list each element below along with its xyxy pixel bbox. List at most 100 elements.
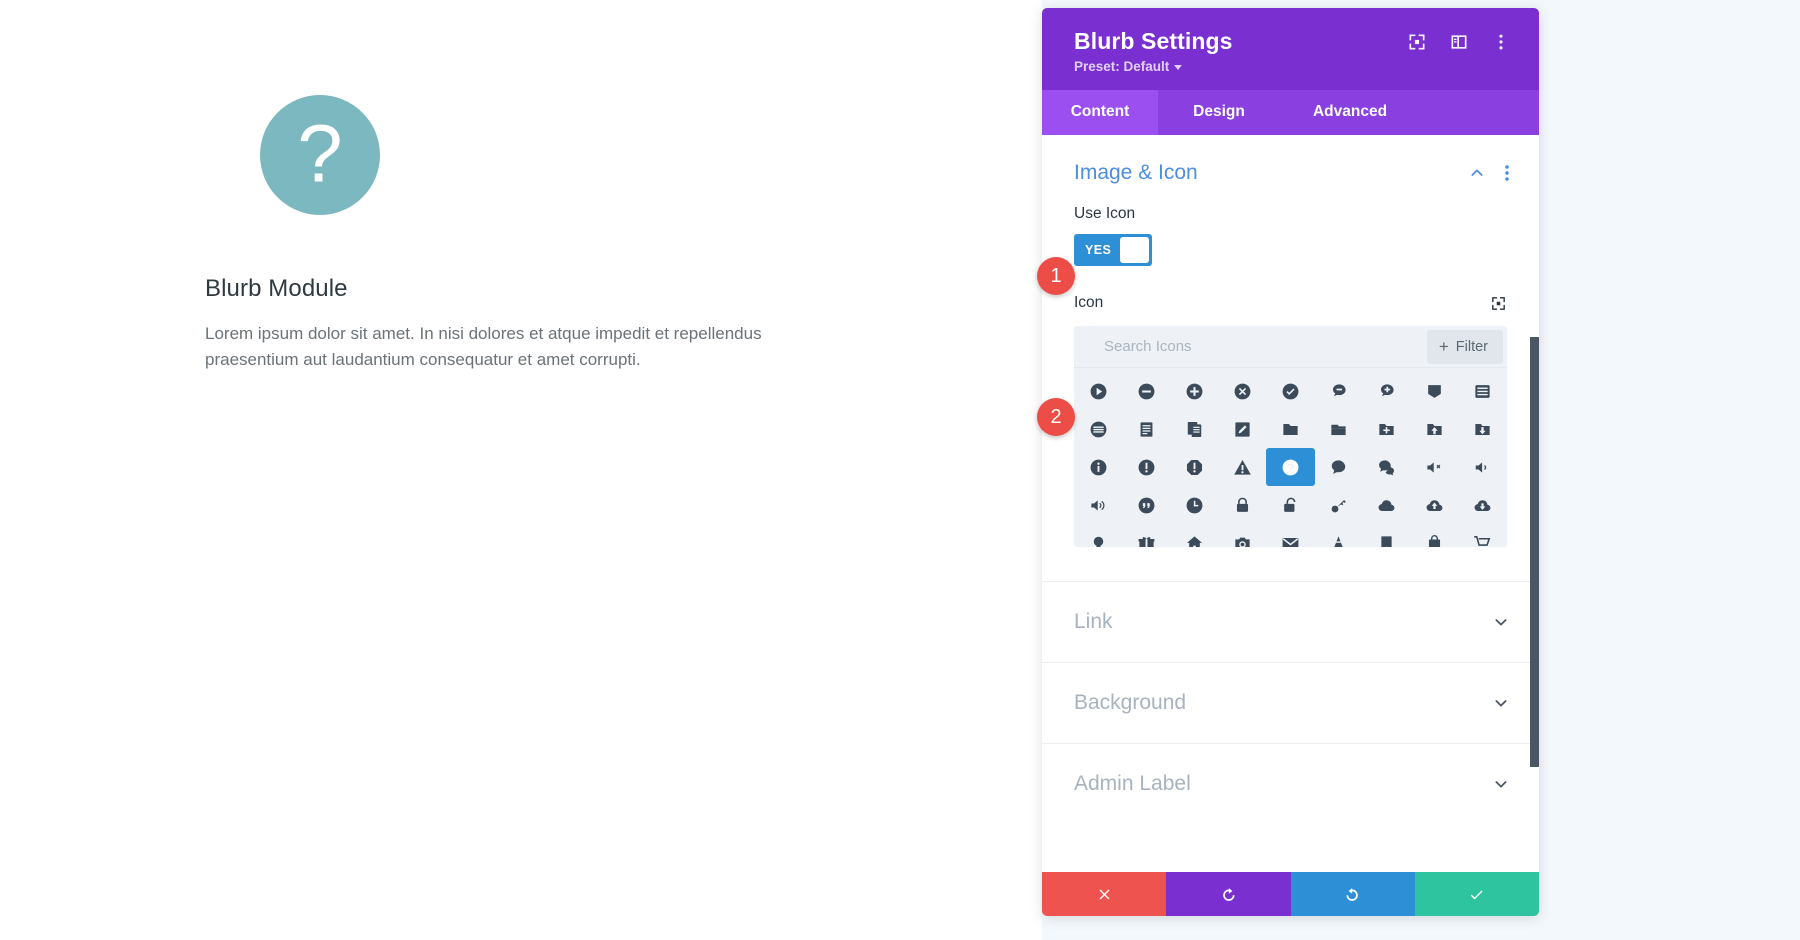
icon-cell-document-lines-icon[interactable] bbox=[1122, 410, 1170, 448]
chevron-down-icon[interactable] bbox=[1493, 614, 1509, 630]
use-icon-toggle[interactable]: YES bbox=[1074, 234, 1152, 266]
chevron-down-icon[interactable] bbox=[1493, 776, 1509, 792]
section-image-and-icon-header[interactable]: Image & Icon bbox=[1042, 135, 1539, 205]
panel-header: Blurb Settings Preset: Default bbox=[1042, 8, 1539, 90]
icon-cell-folder-plus-icon[interactable] bbox=[1363, 410, 1411, 448]
icon-cell-exclamation-octagon-icon[interactable] bbox=[1170, 448, 1218, 486]
icon-cell-lightbulb-icon[interactable] bbox=[1074, 524, 1122, 547]
panel-scrollbar-track[interactable] bbox=[1530, 135, 1539, 872]
section-link[interactable]: Link bbox=[1042, 582, 1539, 662]
tab-advanced[interactable]: Advanced bbox=[1280, 90, 1420, 135]
redo-button[interactable] bbox=[1290, 872, 1415, 916]
icon-cell-tag-icon[interactable] bbox=[1411, 372, 1459, 410]
icon-cell-exclamation-circle-icon[interactable] bbox=[1122, 448, 1170, 486]
comment-plus-icon bbox=[1381, 383, 1394, 396]
icon-cell-folder-open-icon[interactable] bbox=[1315, 410, 1363, 448]
svg-text:?: ? bbox=[297, 108, 342, 199]
icon-cell-lock-open-icon[interactable] bbox=[1266, 486, 1314, 524]
icon-cell-comment-icon[interactable] bbox=[1315, 448, 1363, 486]
plus-icon: + bbox=[1438, 336, 1449, 356]
minus-circle-icon bbox=[1138, 383, 1155, 399]
fullscreen-icon[interactable] bbox=[1407, 32, 1427, 52]
icon-cell-play-circle-icon[interactable] bbox=[1074, 372, 1122, 410]
question-circle-icon bbox=[1282, 459, 1299, 475]
icon-cell-lock-closed-icon[interactable] bbox=[1218, 486, 1266, 524]
icon-cell-volume-mute-icon[interactable] bbox=[1411, 448, 1459, 486]
pencil-box-icon bbox=[1235, 421, 1250, 437]
icon-cell-key-icon[interactable] bbox=[1315, 486, 1363, 524]
list-box-icon bbox=[1475, 384, 1491, 398]
envelope-icon bbox=[1282, 537, 1299, 547]
icon-cell-cloud-download-icon[interactable] bbox=[1459, 486, 1507, 524]
icon-cell-menu-circle-icon[interactable] bbox=[1074, 410, 1122, 448]
undo-button[interactable] bbox=[1166, 872, 1291, 916]
icon-cell-bookmark-icon[interactable] bbox=[1363, 524, 1411, 547]
icon-cell-question-circle-icon[interactable] bbox=[1266, 448, 1315, 486]
section-admin-label[interactable]: Admin Label bbox=[1042, 744, 1539, 824]
icon-cell-volume-high-icon[interactable] bbox=[1074, 486, 1122, 524]
blurb-settings-panel: Blurb Settings Preset: Default Content D… bbox=[1042, 8, 1539, 916]
icon-picker[interactable]: + Filter bbox=[1074, 326, 1507, 547]
volume-low-icon bbox=[1476, 461, 1487, 473]
icon-cell-folder-download-icon[interactable] bbox=[1459, 410, 1507, 448]
comments-icon bbox=[1379, 459, 1395, 475]
icon-cell-traffic-cone-icon[interactable] bbox=[1315, 524, 1363, 547]
chevron-down-icon bbox=[1174, 65, 1183, 70]
comment-icon bbox=[1331, 459, 1346, 474]
icon-cell-documents-copy-icon[interactable] bbox=[1170, 410, 1218, 448]
icon-cell-shopping-cart-icon[interactable] bbox=[1459, 524, 1507, 547]
cancel-button[interactable] bbox=[1042, 872, 1167, 916]
layout-panel-icon[interactable] bbox=[1449, 32, 1469, 52]
preset-selector[interactable]: Preset: Default bbox=[1074, 59, 1183, 74]
icon-cell-cloud-icon[interactable] bbox=[1363, 486, 1411, 524]
tag-icon bbox=[1428, 384, 1442, 398]
icon-cell-list-box-icon[interactable] bbox=[1459, 372, 1507, 410]
panel-scrollbar-thumb[interactable] bbox=[1530, 337, 1539, 767]
icon-cell-camera-icon[interactable] bbox=[1218, 524, 1266, 547]
icon-cell-quote-circle-icon[interactable] bbox=[1122, 486, 1170, 524]
undo-icon bbox=[1223, 887, 1235, 901]
cloud-icon bbox=[1378, 499, 1395, 511]
icon-cell-gift-icon[interactable] bbox=[1122, 524, 1170, 547]
icon-cell-cloud-upload-icon[interactable] bbox=[1411, 486, 1459, 524]
tab-design[interactable]: Design bbox=[1158, 90, 1280, 135]
icon-cell-warning-triangle-icon[interactable] bbox=[1218, 448, 1266, 486]
chevron-up-icon[interactable] bbox=[1469, 165, 1485, 181]
page-preview-canvas: ? Blurb Module Lorem ipsum dolor sit ame… bbox=[0, 0, 1042, 940]
section-background-label: Background bbox=[1074, 691, 1187, 714]
section-admin-label-label: Admin Label bbox=[1074, 772, 1191, 795]
icon-cell-home-icon[interactable] bbox=[1170, 524, 1218, 547]
section-background[interactable]: Background bbox=[1042, 663, 1539, 743]
icon-cell-volume-low-icon[interactable] bbox=[1459, 448, 1507, 486]
section-kebab-menu-icon[interactable] bbox=[1505, 165, 1509, 181]
tab-content[interactable]: Content bbox=[1042, 90, 1158, 135]
icon-cell-info-circle-icon[interactable] bbox=[1074, 448, 1122, 486]
icon-cell-shopping-bag-icon[interactable] bbox=[1411, 524, 1459, 547]
icon-cell-comment-minus-icon[interactable] bbox=[1315, 372, 1363, 410]
chevron-down-icon[interactable] bbox=[1493, 695, 1509, 711]
icon-cell-check-circle-icon[interactable] bbox=[1266, 372, 1314, 410]
panel-body: Image & Icon Use Icon YES Icon Search Ic… bbox=[1042, 135, 1539, 872]
icon-reset-fullscreen-icon[interactable] bbox=[1490, 295, 1507, 312]
blurb-description: Lorem ipsum dolor sit amet. In nisi dolo… bbox=[205, 324, 762, 370]
icon-cell-comments-icon[interactable] bbox=[1363, 448, 1411, 486]
exclamation-circle-icon bbox=[1138, 459, 1155, 475]
bookmark-icon bbox=[1381, 535, 1392, 547]
kebab-menu-icon[interactable] bbox=[1491, 32, 1511, 52]
icon-cell-folder-upload-icon[interactable] bbox=[1411, 410, 1459, 448]
icon-cell-clock-icon[interactable] bbox=[1170, 486, 1218, 524]
cloud-download-icon bbox=[1475, 499, 1491, 511]
filter-button[interactable]: + Filter bbox=[1426, 330, 1503, 364]
shopping-cart-icon bbox=[1474, 535, 1491, 546]
icon-cell-times-circle-icon[interactable] bbox=[1218, 372, 1266, 410]
preset-label: Preset: Default bbox=[1074, 59, 1170, 74]
icon-cell-envelope-icon[interactable] bbox=[1266, 524, 1314, 547]
icon-cell-folder-icon[interactable] bbox=[1266, 410, 1314, 448]
icon-cell-plus-circle-icon[interactable] bbox=[1170, 372, 1218, 410]
blurb-module-preview[interactable]: ? Blurb Module Lorem ipsum dolor sit ame… bbox=[205, 95, 825, 374]
quote-circle-icon bbox=[1138, 497, 1155, 513]
icon-cell-comment-plus-icon[interactable] bbox=[1363, 372, 1411, 410]
icon-cell-minus-circle-icon[interactable] bbox=[1122, 372, 1170, 410]
save-button[interactable] bbox=[1414, 872, 1539, 916]
icon-cell-pencil-box-icon[interactable] bbox=[1218, 410, 1266, 448]
